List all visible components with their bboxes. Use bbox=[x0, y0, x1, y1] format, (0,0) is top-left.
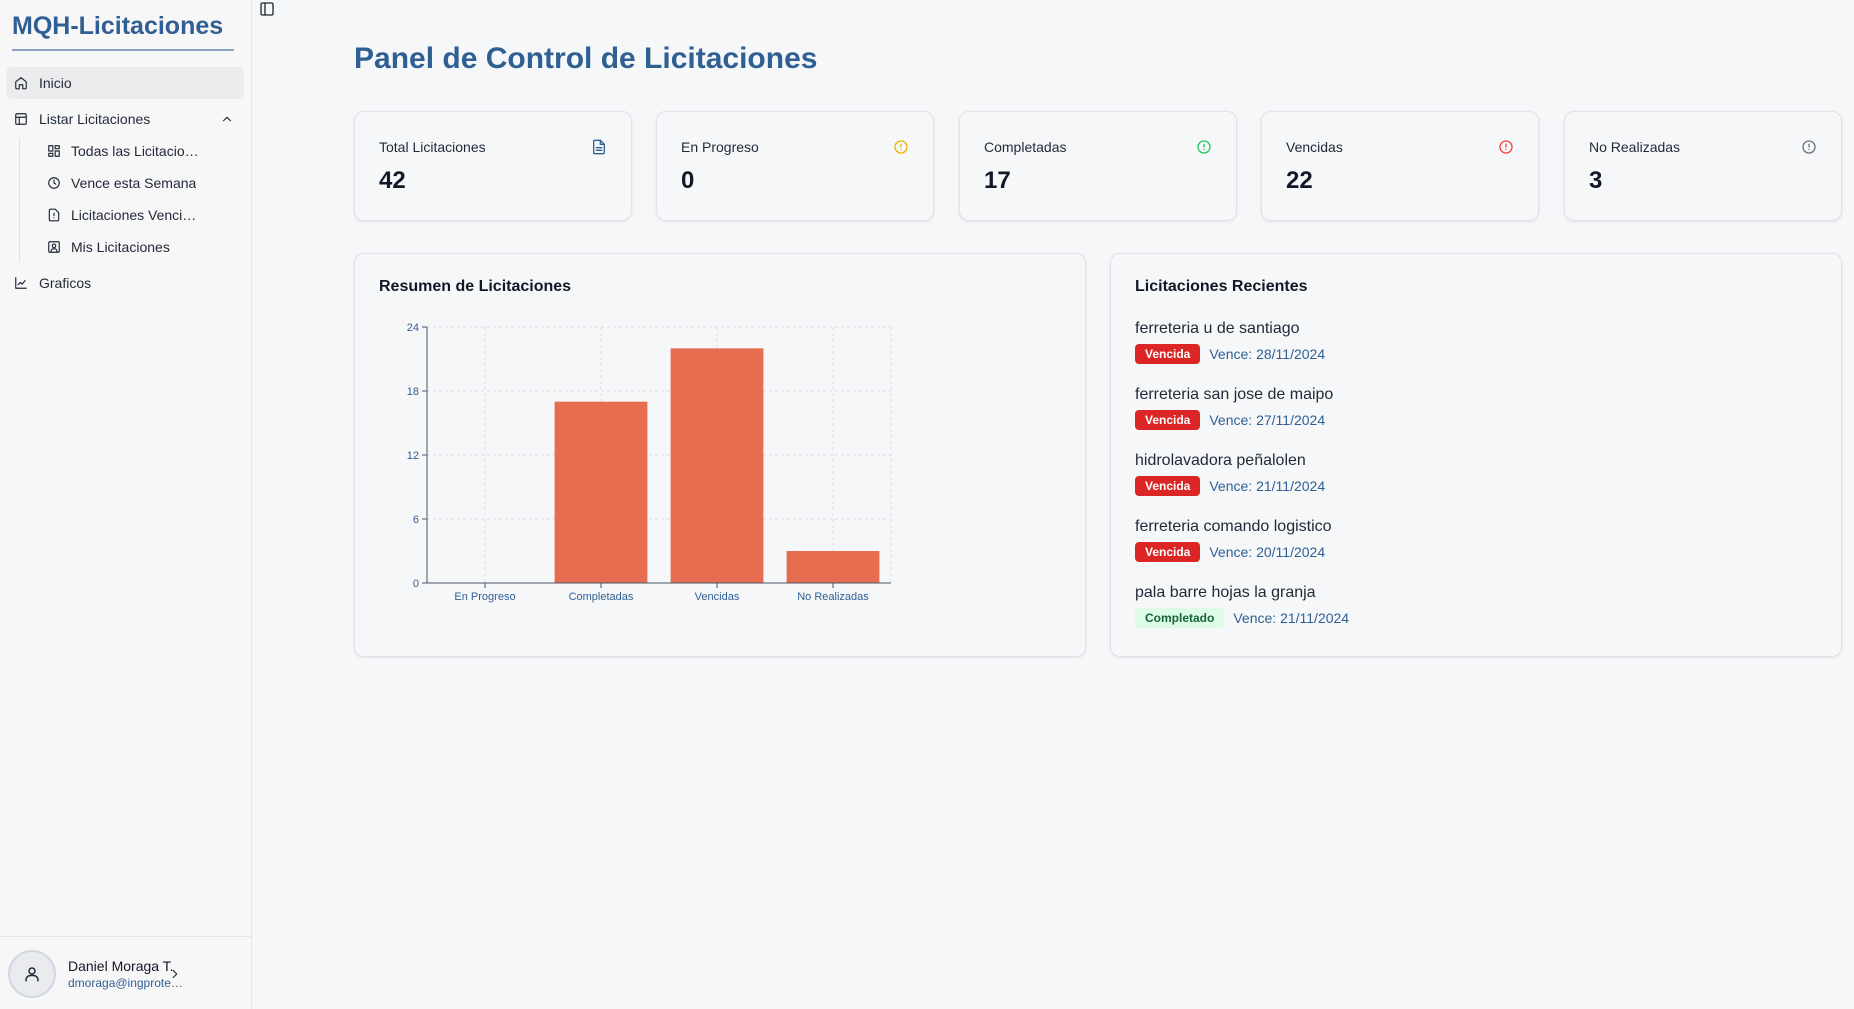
stat-card-completadas: Completadas 17 bbox=[959, 111, 1237, 221]
grid-icon bbox=[46, 143, 62, 159]
x-tick-label: Vencidas bbox=[695, 591, 740, 603]
user-square-icon bbox=[46, 239, 62, 255]
file-alert-icon bbox=[46, 207, 62, 223]
sidebar-item-listar-licitaciones[interactable]: Listar Licitaciones bbox=[6, 103, 244, 135]
recent-item[interactable]: ferreteria comando logistico Vencida Ven… bbox=[1135, 518, 1332, 562]
bar-no-realizadas bbox=[786, 551, 880, 583]
recent-item[interactable]: ferreteria san jose de maipo Vencida Ven… bbox=[1135, 386, 1333, 430]
file-text-icon bbox=[593, 139, 605, 155]
y-tick-label: 0 bbox=[413, 578, 419, 590]
chevron-right-icon bbox=[172, 969, 178, 979]
bar-completadas bbox=[554, 401, 648, 583]
recent-panel: Licitaciones Recientes ferreteria u de s… bbox=[1110, 253, 1842, 657]
submenu-rail bbox=[19, 138, 20, 262]
y-tick-label: 12 bbox=[407, 450, 419, 462]
status-badge: Vencida bbox=[1135, 542, 1201, 562]
stat-card-total: Total Licitaciones 42 bbox=[354, 111, 632, 221]
due-date: Vence: 21/11/2024 bbox=[1233, 610, 1350, 626]
recent-item-meta: Vencida Vence: 28/11/2024 bbox=[1135, 344, 1325, 364]
summary-bar-chart: 0 6 12 18 24 En Progreso Completadas Vencidas No… bbox=[407, 322, 892, 603]
recent-item-name: pala barre hojas la granja bbox=[1135, 584, 1316, 601]
sidebar-toggle-icon[interactable] bbox=[259, 1, 275, 17]
stat-label: Vencidas bbox=[1286, 139, 1343, 155]
status-badge: Completado bbox=[1135, 608, 1225, 628]
user-icon bbox=[25, 967, 39, 982]
stat-value: 0 bbox=[681, 167, 695, 194]
sidebar-item-label: Inicio bbox=[39, 75, 72, 91]
sidebar-subitem-vence-semana[interactable]: Vence esta Semana bbox=[46, 169, 196, 197]
alert-circle-icon bbox=[1197, 140, 1211, 154]
sidebar-subitem-todas[interactable]: Todas las Licitaciones bbox=[46, 137, 201, 165]
due-date: Vence: 20/11/2024 bbox=[1209, 544, 1326, 560]
home-icon bbox=[13, 75, 29, 91]
recent-item[interactable]: ferreteria u de santiago Vencida Vence: … bbox=[1135, 320, 1325, 364]
brand-title[interactable]: MQH-Licitaciones bbox=[12, 12, 223, 41]
sidebar-subitem-vencidas[interactable]: Licitaciones Vencidas bbox=[46, 201, 201, 229]
sidebar-subitem-label: Mis Licitaciones bbox=[71, 239, 170, 255]
sidebar: MQH-Licitaciones Inicio Listar Licitacio… bbox=[0, 0, 252, 1009]
table-icon bbox=[13, 111, 29, 127]
recent-item[interactable]: pala barre hojas la granja Completado Ve… bbox=[1135, 584, 1349, 628]
sidebar-subitem-label: Licitaciones Vencidas bbox=[71, 207, 201, 223]
sidebar-subitem-label: Todas las Licitaciones bbox=[71, 143, 201, 159]
recent-item-name: ferreteria u de santiago bbox=[1135, 320, 1300, 337]
page-title: Panel de Control de Licitaciones bbox=[354, 42, 818, 75]
stat-label: Completadas bbox=[984, 139, 1067, 155]
brand-divider bbox=[12, 49, 234, 51]
sidebar-subitem-label: Vence esta Semana bbox=[71, 175, 197, 191]
clock-icon bbox=[46, 175, 62, 191]
sidebar-item-label: Listar Licitaciones bbox=[39, 111, 151, 127]
recent-item-meta: Completado Vence: 21/11/2024 bbox=[1135, 608, 1349, 628]
stat-value: 3 bbox=[1589, 167, 1603, 194]
chevron-up-icon[interactable] bbox=[220, 112, 234, 126]
sidebar-item-graficos[interactable]: Graficos bbox=[6, 267, 244, 299]
due-date: Vence: 28/11/2024 bbox=[1209, 346, 1326, 362]
sidebar-item-inicio[interactable]: Inicio bbox=[6, 67, 244, 99]
alert-circle-icon bbox=[894, 140, 908, 154]
line-chart-icon bbox=[13, 275, 29, 291]
recent-title: Licitaciones Recientes bbox=[1135, 278, 1308, 295]
recent-item-meta: Vencida Vence: 20/11/2024 bbox=[1135, 542, 1332, 562]
recent-item-name: ferreteria san jose de maipo bbox=[1135, 386, 1334, 403]
x-tick-label: No Realizadas bbox=[797, 591, 869, 603]
stat-value: 42 bbox=[379, 167, 406, 194]
stat-label: Total Licitaciones bbox=[379, 139, 486, 155]
summary-panel: Resumen de Licitaciones 0 6 12 18 24 En Progr… bbox=[354, 253, 1086, 657]
recent-item-name: ferreteria comando logistico bbox=[1135, 518, 1332, 535]
alert-circle-icon bbox=[1802, 140, 1816, 154]
stat-value: 17 bbox=[984, 167, 1011, 194]
alert-circle-icon bbox=[1499, 140, 1513, 154]
recent-item-name: hidrolavadora peñalolen bbox=[1135, 452, 1306, 469]
user-divider bbox=[0, 936, 252, 937]
sidebar-item-label: Graficos bbox=[39, 275, 92, 291]
sidebar-subitem-mis-licitaciones[interactable]: Mis Licitaciones bbox=[46, 233, 170, 261]
recent-item[interactable]: hidrolavadora peñalolen Vencida Vence: 2… bbox=[1135, 452, 1325, 496]
x-tick-label: Completadas bbox=[569, 591, 634, 603]
y-tick-label: 6 bbox=[413, 514, 419, 526]
recent-item-meta: Vencida Vence: 21/11/2024 bbox=[1135, 476, 1325, 496]
avatar bbox=[8, 950, 56, 998]
due-date: Vence: 21/11/2024 bbox=[1209, 478, 1326, 494]
recent-item-meta: Vencida Vence: 27/11/2024 bbox=[1135, 410, 1333, 430]
stat-value: 22 bbox=[1286, 167, 1313, 194]
y-tick-label: 18 bbox=[407, 386, 419, 398]
stat-card-vencidas: Vencidas 22 bbox=[1261, 111, 1539, 221]
stat-card-no-realizadas: No Realizadas 3 bbox=[1564, 111, 1842, 221]
status-badge: Vencida bbox=[1135, 410, 1201, 430]
y-tick-label: 24 bbox=[407, 322, 419, 334]
status-badge: Vencida bbox=[1135, 476, 1201, 496]
bar-vencidas bbox=[670, 348, 764, 583]
due-date: Vence: 27/11/2024 bbox=[1209, 412, 1326, 428]
x-tick-label: En Progreso bbox=[454, 591, 515, 603]
stat-card-en-progreso: En Progreso 0 bbox=[656, 111, 934, 221]
stat-label: No Realizadas bbox=[1589, 139, 1681, 155]
user-menu[interactable]: Daniel Moraga T. dmoraga@ingprotec.cl bbox=[6, 946, 244, 1002]
status-badge: Vencida bbox=[1135, 344, 1201, 364]
stat-label: En Progreso bbox=[681, 139, 759, 155]
